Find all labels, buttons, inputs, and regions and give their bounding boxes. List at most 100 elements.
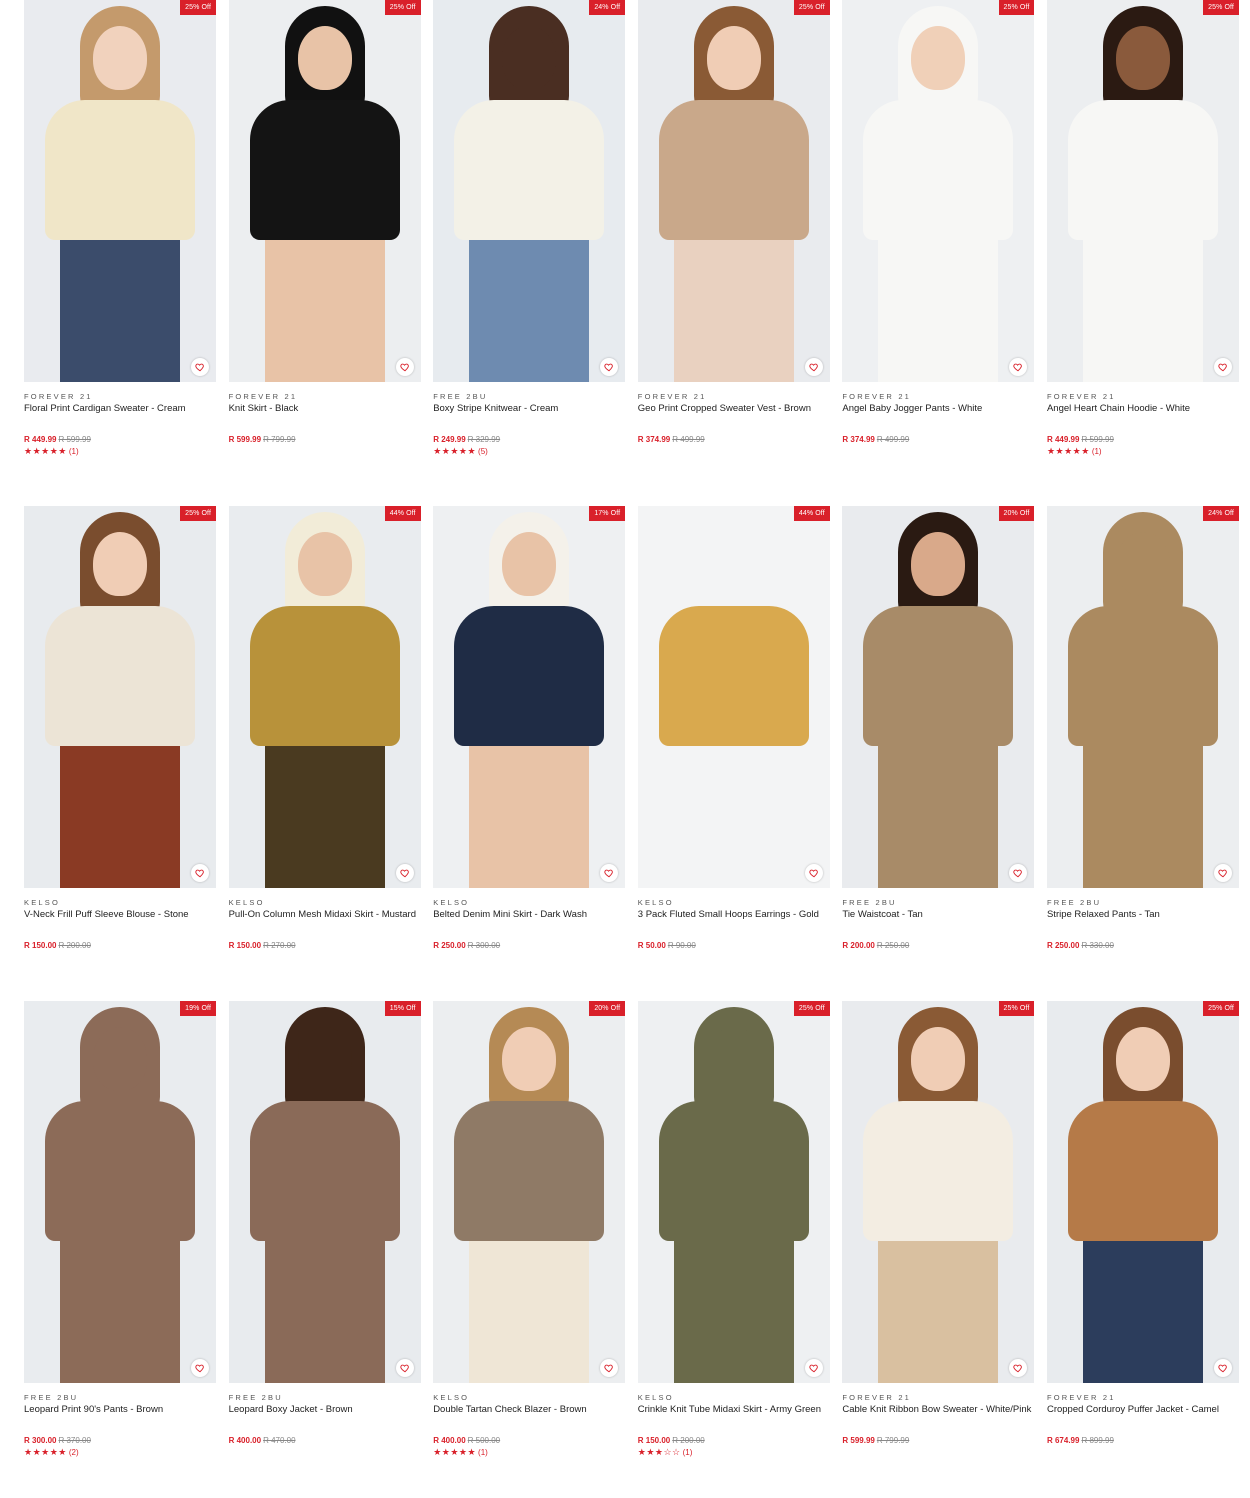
product-name[interactable]: Tie Waistcoat - Tan	[842, 909, 1034, 932]
wishlist-button[interactable]	[804, 1359, 823, 1377]
product-name[interactable]: Leopard Boxy Jacket - Brown	[229, 1404, 421, 1427]
product-prices: R 599.99 R 799.99	[842, 1436, 1034, 1446]
product-image[interactable]: 25% Off	[1046, 0, 1239, 382]
product-image[interactable]: 24% Off	[433, 0, 626, 382]
product-image[interactable]: 25% Off	[24, 0, 216, 382]
product-card[interactable]: 19% Off FREE 2BU Leopard Print 90's Pants …	[24, 1001, 216, 1498]
product-card[interactable]: 20% Off FREE 2BU Tie Waistcoat - Tan R 200.…	[842, 506, 1035, 1001]
wishlist-button[interactable]	[1213, 358, 1232, 376]
product-name[interactable]: Knit Skirt - Black	[229, 403, 421, 426]
product-name[interactable]: V-Neck Frill Puff Sleeve Blouse - Stone	[24, 909, 216, 932]
product-image[interactable]: 25% Off	[24, 506, 216, 888]
product-prices: R 300.00 R 370.00	[24, 1436, 216, 1446]
wishlist-button[interactable]	[191, 358, 209, 376]
wishlist-button[interactable]	[395, 1359, 414, 1377]
product-image[interactable]: 17% Off	[433, 506, 626, 888]
model-face	[297, 532, 352, 596]
sale-price: R 599.99	[842, 1436, 875, 1445]
product-image[interactable]: 44% Off	[228, 506, 421, 888]
product-rating[interactable]: ★★★★★ (2)	[24, 1446, 216, 1459]
wishlist-button[interactable]	[395, 358, 414, 376]
product-card[interactable]: 25% Off FOREVER 21 Angel Baby Jogger Pants…	[842, 0, 1035, 506]
product-name[interactable]: Floral Print Cardigan Sweater - Cream	[24, 403, 216, 426]
rating-stars: ★★★★★	[433, 1447, 477, 1457]
product-image[interactable]: 25% Off	[842, 0, 1035, 382]
product-card[interactable]: 17% Off KELSO Belted Denim Mini Skirt - Da…	[433, 506, 626, 1001]
wishlist-button[interactable]	[804, 358, 823, 376]
wishlist-button[interactable]	[191, 1359, 209, 1377]
rating-stars: ★★★★★	[1046, 446, 1090, 456]
product-brand: FOREVER 21	[842, 392, 912, 401]
wishlist-button[interactable]	[804, 864, 823, 882]
heart-icon	[1218, 363, 1227, 372]
product-image[interactable]: 44% Off	[637, 506, 830, 888]
product-name[interactable]: Cropped Corduroy Puffer Jacket - Camel	[1047, 1404, 1239, 1427]
model-bottoms	[673, 736, 794, 888]
review-count: (1)	[68, 447, 79, 456]
product-image[interactable]: 25% Off	[228, 0, 421, 382]
model-bottoms	[264, 230, 385, 382]
heart-icon	[604, 363, 613, 372]
product-image[interactable]: 25% Off	[637, 1001, 830, 1383]
product-name[interactable]: Double Tartan Check Blazer - Brown	[433, 1404, 625, 1427]
product-rating[interactable]: ★★★☆☆ (1)	[638, 1446, 830, 1459]
heart-icon	[195, 1364, 204, 1373]
rating-stars: ★★★★★	[24, 446, 67, 456]
sale-price: R 250.00	[1046, 941, 1080, 950]
product-image[interactable]: 25% Off	[842, 1001, 1035, 1383]
product-image[interactable]: 19% Off	[24, 1001, 216, 1383]
product-card[interactable]: 25% Off FOREVER 21 Cropped Corduroy Puffer…	[1046, 1001, 1239, 1498]
product-name[interactable]: Leopard Print 90's Pants - Brown	[24, 1404, 216, 1427]
product-card[interactable]: 25% Off FOREVER 21 Geo Print Cropped Sweat…	[637, 0, 830, 506]
wishlist-button[interactable]	[1213, 864, 1232, 882]
product-card[interactable]: 44% Off KELSO Pull-On Column Mesh Midaxi S…	[228, 506, 421, 1001]
product-card[interactable]: 24% Off FREE 2BU Stripe Relaxed Pants - Ta…	[1046, 506, 1239, 1001]
product-brand: FOREVER 21	[24, 392, 93, 401]
product-card[interactable]: 25% Off FOREVER 21 Angel Heart Chain Hoodi…	[1046, 0, 1239, 506]
product-card[interactable]: 24% Off FREE 2BU Boxy Stripe Knitwear - Cr…	[433, 0, 626, 506]
product-name[interactable]: Stripe Relaxed Pants - Tan	[1047, 909, 1239, 932]
product-name[interactable]: Pull-On Column Mesh Midaxi Skirt - Musta…	[229, 909, 421, 932]
product-card[interactable]: 25% Off FOREVER 21 Floral Print Cardigan S…	[24, 0, 216, 506]
product-image[interactable]: 25% Off	[637, 0, 830, 382]
product-name[interactable]: Crinkle Knit Tube Midaxi Skirt - Army Gr…	[638, 1404, 830, 1427]
wishlist-button[interactable]	[191, 864, 209, 882]
product-image[interactable]: 25% Off	[1046, 1001, 1239, 1383]
product-name[interactable]: 3 Pack Fluted Small Hoops Earrings - Gol…	[638, 909, 830, 932]
product-rating[interactable]: ★★★★★ (1)	[1047, 445, 1239, 458]
product-rating[interactable]: ★★★★★ (5)	[433, 445, 625, 458]
product-name[interactable]: Cable Knit Ribbon Bow Sweater - White/Pi…	[842, 1404, 1034, 1427]
product-card[interactable]: 15% Off FREE 2BU Leopard Boxy Jacket - Bro…	[228, 1001, 421, 1498]
heart-icon	[195, 869, 204, 878]
model-garment	[454, 100, 605, 240]
product-card[interactable]: 25% Off FOREVER 21 Cable Knit Ribbon Bow S…	[842, 1001, 1035, 1498]
product-name[interactable]: Angel Heart Chain Hoodie - White	[1047, 403, 1239, 426]
product-card[interactable]: 20% Off KELSO Double Tartan Check Blazer -…	[433, 1001, 626, 1498]
wishlist-button[interactable]	[395, 864, 414, 882]
discount-badge: 44% Off	[793, 506, 830, 521]
product-card[interactable]: 25% Off FOREVER 21 Knit Skirt - Black R 599…	[228, 0, 421, 506]
product-rating[interactable]: ★★★★★ (1)	[24, 445, 216, 458]
model-bottoms	[60, 1231, 180, 1383]
original-price: R 250.00	[876, 941, 910, 950]
product-rating[interactable]: ★★★★★ (1)	[433, 1446, 625, 1459]
product-name[interactable]: Belted Denim Mini Skirt - Dark Wash	[433, 909, 625, 932]
product-prices: R 249.99 R 329.99	[433, 435, 625, 445]
product-card[interactable]: 25% Off KELSO Crinkle Knit Tube Midaxi Ski…	[637, 1001, 830, 1498]
product-image[interactable]: 15% Off	[228, 1001, 421, 1383]
product-name[interactable]: Angel Baby Jogger Pants - White	[842, 403, 1034, 426]
discount-badge: 25% Off	[1203, 0, 1239, 15]
heart-icon	[399, 363, 409, 372]
wishlist-button[interactable]	[1213, 1359, 1232, 1377]
product-name[interactable]: Boxy Stripe Knitwear - Cream	[433, 403, 625, 426]
product-card[interactable]: 44% Off KELSO 3 Pack Fluted Small Hoops Ea…	[637, 506, 830, 1001]
product-image[interactable]: 20% Off	[433, 1001, 626, 1383]
product-name[interactable]: Geo Print Cropped Sweater Vest - Brown	[638, 403, 830, 426]
product-image[interactable]: 20% Off	[842, 506, 1035, 888]
model-bottoms	[264, 736, 385, 888]
product-card[interactable]: 25% Off KELSO V-Neck Frill Puff Sleeve Blo…	[24, 506, 216, 1001]
product-image[interactable]: 24% Off	[1046, 506, 1239, 888]
sale-price: R 150.00	[228, 941, 262, 950]
original-price: R 599.99	[58, 435, 91, 444]
product-brand: FREE 2BU	[433, 392, 488, 401]
